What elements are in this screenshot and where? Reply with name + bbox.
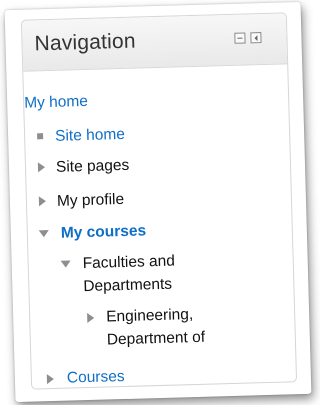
nav-engineering-line2[interactable]: Department of bbox=[107, 327, 206, 351]
expand-arrow-icon[interactable] bbox=[46, 373, 55, 385]
dock-icon[interactable] bbox=[234, 32, 246, 44]
navigation-block: Navigation My home Site home Site pages … bbox=[20, 12, 298, 390]
hide-block-icon[interactable] bbox=[250, 32, 262, 44]
nav-engineering-line1[interactable]: Engineering, bbox=[106, 304, 194, 327]
photo-frame: Navigation My home Site home Site pages … bbox=[4, 1, 312, 403]
nav-my-courses[interactable]: My courses bbox=[61, 220, 147, 243]
expand-arrow-icon[interactable] bbox=[38, 196, 47, 207]
nav-site-pages[interactable]: Site pages bbox=[56, 155, 130, 178]
collapse-arrow-icon[interactable] bbox=[60, 260, 71, 268]
block-header: Navigation bbox=[21, 13, 288, 72]
collapse-arrow-icon[interactable] bbox=[38, 230, 49, 238]
nav-my-home-link[interactable]: My home bbox=[24, 91, 88, 114]
bullet-square-icon bbox=[37, 133, 44, 140]
nav-faculties-line1[interactable]: Faculties and bbox=[82, 251, 175, 275]
nav-my-profile[interactable]: My profile bbox=[57, 189, 125, 212]
nav-site-home-link[interactable]: Site home bbox=[55, 124, 125, 147]
nav-courses-link[interactable]: Courses bbox=[67, 366, 125, 389]
block-title: Navigation bbox=[34, 29, 137, 56]
expand-arrow-icon[interactable] bbox=[37, 162, 46, 173]
expand-arrow-icon[interactable] bbox=[87, 312, 95, 324]
nav-faculties-line2[interactable]: Departments bbox=[83, 274, 172, 297]
